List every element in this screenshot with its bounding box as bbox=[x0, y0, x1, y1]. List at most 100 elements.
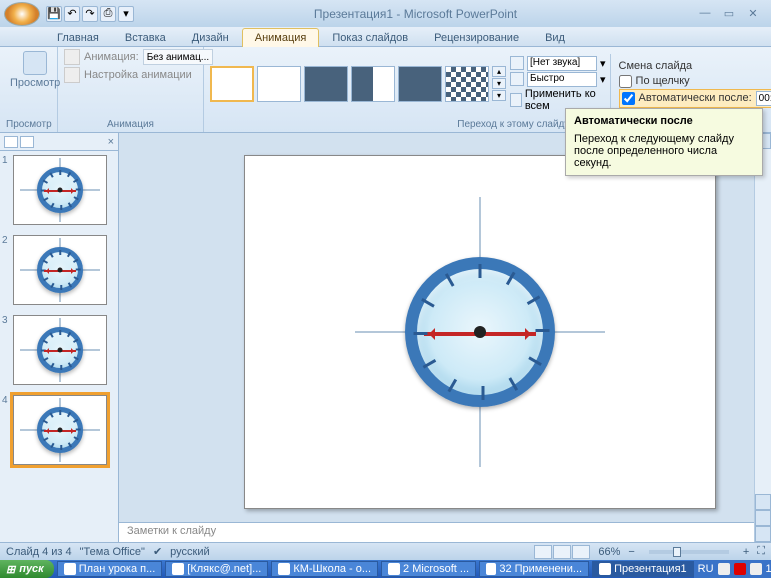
transition-gallery[interactable]: ▴▾▾ bbox=[210, 66, 506, 102]
status-theme: "Тема Office" bbox=[80, 546, 145, 558]
apply-all-icon bbox=[510, 93, 522, 107]
tray-lang[interactable]: RU bbox=[698, 563, 714, 575]
slide-change-header: Смена слайда bbox=[619, 60, 771, 72]
tray-icon[interactable] bbox=[718, 563, 730, 575]
view-sorter-icon[interactable] bbox=[553, 545, 571, 559]
transition-5[interactable] bbox=[398, 66, 442, 102]
slides-panel: × 1 2 3 4 bbox=[0, 133, 119, 542]
app-icon bbox=[172, 563, 184, 575]
zoom-out-icon[interactable]: − bbox=[628, 546, 634, 558]
ribbon-tabs: Главная Вставка Дизайн Анимация Показ сл… bbox=[0, 27, 771, 47]
speed-select[interactable]: Быстро bbox=[527, 72, 597, 87]
preview-button[interactable]: Просмотр bbox=[6, 49, 64, 91]
print-icon[interactable]: ⎙ bbox=[100, 6, 116, 22]
outline-tab-slides[interactable] bbox=[4, 136, 18, 148]
auto-after-value[interactable] bbox=[756, 91, 771, 106]
slide-canvas[interactable] bbox=[244, 155, 716, 509]
taskbar: ⊞пуск План урока п...[Клякс@.net]...КМ-Ш… bbox=[0, 560, 771, 578]
slide-thumbnail[interactable]: 1 bbox=[2, 155, 116, 225]
on-click-checkbox[interactable]: По щелчку bbox=[619, 75, 771, 88]
clock-hub bbox=[474, 326, 486, 338]
transition-none[interactable] bbox=[210, 66, 254, 102]
vertical-scrollbar[interactable] bbox=[754, 133, 771, 542]
animate-icon bbox=[64, 49, 80, 65]
next-slide-icon[interactable] bbox=[755, 526, 771, 542]
group-preview-label: Просмотр bbox=[6, 118, 51, 131]
taskbar-item[interactable]: 32 Применени... bbox=[479, 561, 589, 577]
clock-hand-left bbox=[424, 332, 480, 336]
clock-shape[interactable] bbox=[405, 257, 555, 407]
undo-icon[interactable]: ↶ bbox=[64, 6, 80, 22]
system-tray[interactable]: RU 13:36 bbox=[694, 560, 771, 578]
taskbar-item[interactable]: План урока п... bbox=[57, 561, 163, 577]
clock-hand-right bbox=[480, 332, 536, 336]
zoom-in-icon[interactable]: + bbox=[743, 546, 749, 558]
transition-2[interactable] bbox=[257, 66, 301, 102]
app-icon bbox=[64, 563, 76, 575]
gallery-more-icon[interactable]: ▾ bbox=[492, 90, 506, 101]
window-title: Презентация1 - Microsoft PowerPoint bbox=[134, 7, 697, 21]
view-normal-icon[interactable] bbox=[534, 545, 552, 559]
animation-select[interactable] bbox=[143, 49, 213, 65]
taskbar-item[interactable]: КМ-Школа - о... bbox=[271, 561, 378, 577]
windows-logo-icon: ⊞ bbox=[6, 563, 15, 576]
tab-animation[interactable]: Анимация bbox=[242, 28, 320, 47]
auto-after-checkbox[interactable]: Автоматически после:▴▾ bbox=[619, 89, 771, 108]
preview-icon bbox=[23, 51, 47, 75]
transition-4[interactable] bbox=[351, 66, 395, 102]
app-icon bbox=[486, 563, 496, 575]
tab-insert[interactable]: Вставка bbox=[112, 28, 179, 47]
office-button[interactable] bbox=[4, 2, 40, 26]
slide-thumbnail[interactable]: 3 bbox=[2, 315, 116, 385]
taskbar-item[interactable]: 2 Microsoft ... bbox=[381, 561, 476, 577]
transition-6[interactable] bbox=[445, 66, 489, 102]
outline-tab-outline[interactable] bbox=[20, 136, 34, 148]
tooltip-auto-after: Автоматически после Переход к следующему… bbox=[565, 108, 763, 176]
dropdown-icon[interactable]: ▾ bbox=[600, 73, 606, 86]
app-icon bbox=[388, 563, 400, 575]
redo-icon[interactable]: ↷ bbox=[82, 6, 98, 22]
tray-clock[interactable]: 13:36 bbox=[766, 563, 771, 575]
status-bar: Слайд 4 из 4 "Тема Office" ✔ русский 66%… bbox=[0, 542, 771, 560]
status-lang[interactable]: русский bbox=[170, 546, 209, 558]
tab-design[interactable]: Дизайн bbox=[179, 28, 242, 47]
custom-animation-button[interactable]: Настройка анимации bbox=[64, 67, 213, 83]
scroll-down-icon[interactable] bbox=[755, 494, 771, 510]
status-zoom: 66% bbox=[598, 546, 620, 558]
tab-view[interactable]: Вид bbox=[532, 28, 578, 47]
slide-thumbnail[interactable]: 2 bbox=[2, 235, 116, 305]
spellcheck-icon[interactable]: ✔ bbox=[153, 545, 162, 558]
app-icon bbox=[599, 563, 611, 575]
quick-access-toolbar: 💾 ↶ ↷ ⎙ ▾ bbox=[46, 6, 134, 22]
view-slideshow-icon[interactable] bbox=[572, 545, 590, 559]
sound-icon bbox=[510, 56, 524, 70]
tab-review[interactable]: Рецензирование bbox=[421, 28, 532, 47]
slide-thumbnail[interactable]: 4 bbox=[2, 395, 116, 465]
group-animation-label: Анимация bbox=[64, 118, 197, 131]
sound-select[interactable]: [Нет звука] bbox=[527, 56, 597, 71]
tray-icon[interactable] bbox=[734, 563, 746, 575]
custom-anim-icon bbox=[64, 67, 80, 83]
app-icon bbox=[278, 563, 290, 575]
outline-close-icon[interactable]: × bbox=[108, 136, 114, 148]
taskbar-item[interactable]: Презентация1 bbox=[592, 561, 694, 577]
transition-3[interactable] bbox=[304, 66, 348, 102]
close-icon[interactable]: ✕ bbox=[745, 7, 761, 20]
save-icon[interactable]: 💾 bbox=[46, 6, 62, 22]
taskbar-item[interactable]: [Клякс@.net]... bbox=[165, 561, 268, 577]
minimize-icon[interactable]: — bbox=[697, 7, 713, 20]
tab-home[interactable]: Главная bbox=[44, 28, 112, 47]
status-slide-info: Слайд 4 из 4 bbox=[6, 546, 72, 558]
start-button[interactable]: ⊞пуск bbox=[0, 560, 54, 578]
tray-icon[interactable] bbox=[750, 563, 762, 575]
qat-more-icon[interactable]: ▾ bbox=[118, 6, 134, 22]
restore-icon[interactable]: ▭ bbox=[721, 7, 737, 20]
fit-window-icon[interactable]: ⛶ bbox=[757, 545, 765, 558]
notes-pane[interactable]: Заметки к слайду bbox=[119, 522, 754, 542]
gallery-up-icon[interactable]: ▴ bbox=[492, 66, 506, 77]
tab-slideshow[interactable]: Показ слайдов bbox=[319, 28, 421, 47]
gallery-down-icon[interactable]: ▾ bbox=[492, 78, 506, 89]
prev-slide-icon[interactable] bbox=[755, 510, 771, 526]
dropdown-icon[interactable]: ▾ bbox=[600, 57, 606, 70]
zoom-slider[interactable] bbox=[649, 550, 729, 554]
